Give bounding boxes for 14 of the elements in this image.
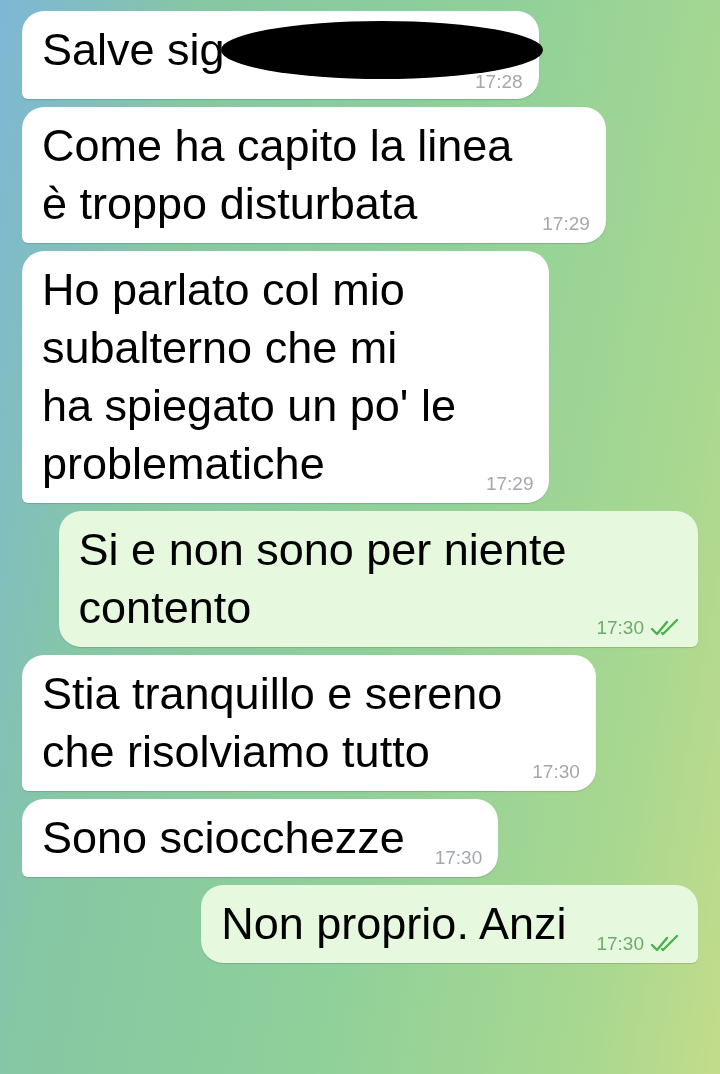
message-text: Sono sciocchezze — [42, 811, 405, 865]
message-text: Ho parlato col mio subalterno che mi ha spiegato un po' le problematiche — [42, 263, 456, 491]
message-time: 17:30 — [532, 761, 580, 783]
message-text: Stia tranquillo e sereno che risolviamo tutto — [42, 667, 503, 779]
message-time: 17:28 — [475, 71, 523, 93]
message-time: 17:30 — [596, 617, 644, 639]
message-time: 17:30 — [434, 847, 483, 869]
message-time: 17:30 — [596, 933, 644, 955]
message-text: Come ha capito la linea è troppo disturbata — [42, 119, 513, 231]
message-text: Si e non sono per niente contento — [78, 523, 567, 635]
message-time: 17:29 — [485, 473, 534, 495]
message-time: 17:29 — [542, 213, 590, 235]
message-text: Non proprio. Anzi — [221, 897, 567, 951]
message-text: Salve sig — [42, 23, 225, 77]
